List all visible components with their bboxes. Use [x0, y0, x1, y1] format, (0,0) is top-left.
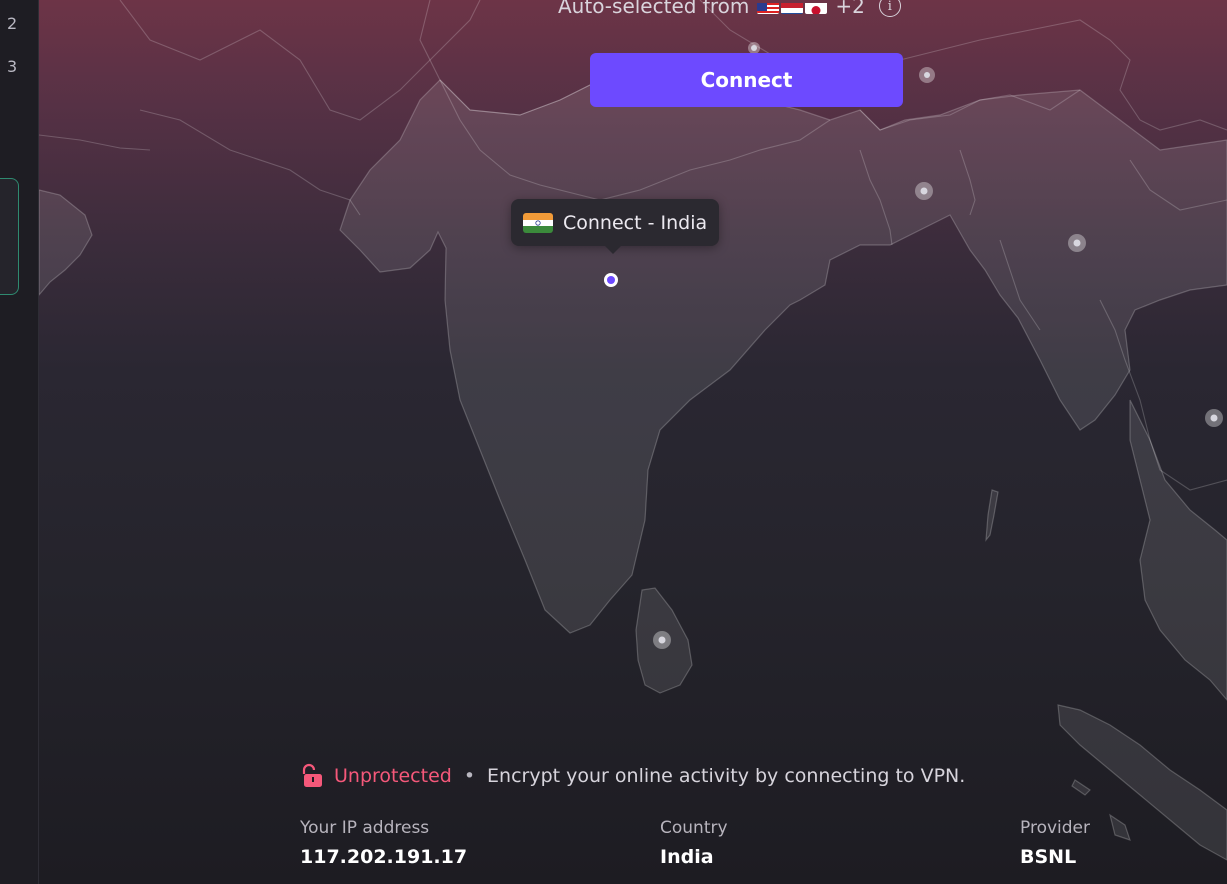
country-label: Country	[660, 818, 728, 838]
sidebar-number[interactable]: 3	[7, 57, 17, 76]
info-icon[interactable]: i	[878, 0, 901, 17]
tooltip-label: Connect - India	[563, 211, 708, 234]
ip-value: 117.202.191.17	[300, 846, 468, 868]
nl-flag-icon	[781, 0, 804, 14]
provider-label: Provider	[1020, 818, 1090, 838]
auto-selected-line: Auto-selected from +2 i	[558, 0, 901, 18]
left-sidebar: 2 3	[0, 0, 39, 884]
us-flag-icon	[757, 0, 780, 14]
provider-block: Provider BSNL	[1020, 818, 1090, 868]
sidebar-selected-card[interactable]	[0, 178, 19, 295]
sidebar-number[interactable]: 2	[7, 14, 17, 33]
ip-address-block: Your IP address 117.202.191.17	[300, 818, 467, 868]
map-tooltip[interactable]: Connect - India	[511, 199, 720, 254]
map-geography	[39, 0, 1227, 861]
flag-group	[757, 0, 828, 14]
jp-flag-icon	[805, 0, 828, 14]
country-block: Country India	[660, 818, 728, 868]
status-separator: •	[463, 765, 476, 787]
india-location-pin[interactable]	[604, 273, 618, 287]
india-flag-icon	[523, 212, 553, 233]
protection-status: Unprotected • Encrypt your online activi…	[298, 763, 965, 789]
status-label: Unprotected	[334, 765, 452, 787]
auto-selected-label: Auto-selected from	[558, 0, 750, 18]
unlocked-padlock-icon	[298, 763, 324, 789]
status-message: Encrypt your online activity by connecti…	[487, 765, 966, 787]
world-map[interactable]	[39, 0, 1227, 884]
extra-count: +2	[835, 0, 865, 18]
country-value: India	[660, 846, 714, 868]
provider-value: BSNL	[1020, 846, 1077, 868]
connect-button[interactable]: Connect	[590, 53, 903, 107]
ip-label: Your IP address	[300, 818, 430, 838]
